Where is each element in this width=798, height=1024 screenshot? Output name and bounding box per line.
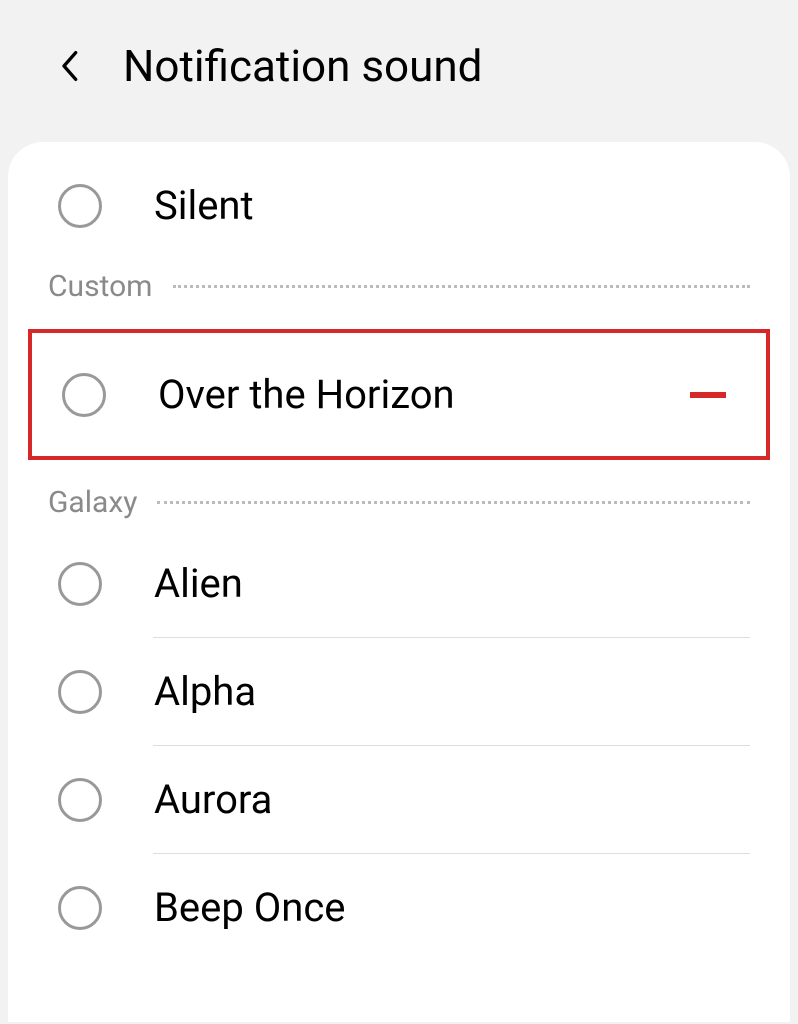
option-label: Alien [154, 560, 740, 607]
option-label: Alpha [154, 668, 740, 715]
radio-icon [58, 778, 102, 822]
option-silent[interactable]: Silent [8, 152, 790, 259]
option-label: Silent [154, 182, 740, 229]
header: Notification sound [0, 0, 798, 142]
radio-icon [58, 562, 102, 606]
option-label: Aurora [154, 776, 740, 823]
option-label: Beep Once [154, 884, 740, 931]
section-label: Galaxy [48, 485, 137, 520]
back-icon[interactable] [55, 44, 83, 89]
option-over-the-horizon[interactable]: Over the Horizon [32, 333, 766, 456]
section-header-galaxy: Galaxy [8, 475, 790, 530]
minus-icon[interactable] [690, 392, 726, 398]
radio-icon [58, 886, 102, 930]
option-alien[interactable]: Alien [8, 530, 790, 637]
section-label: Custom [48, 269, 153, 304]
option-beep-once[interactable]: Beep Once [8, 854, 790, 961]
radio-icon [62, 373, 106, 417]
radio-icon [58, 670, 102, 714]
option-label: Over the Horizon [158, 371, 690, 418]
dotted-divider [157, 501, 750, 504]
radio-icon [58, 184, 102, 228]
highlighted-custom-item: Over the Horizon [28, 329, 770, 460]
dotted-divider [173, 285, 751, 288]
option-aurora[interactable]: Aurora [8, 746, 790, 853]
section-header-custom: Custom [8, 259, 790, 314]
option-alpha[interactable]: Alpha [8, 638, 790, 745]
galaxy-list: Alien Alpha Aurora Beep Once [8, 530, 790, 961]
page-title: Notification sound [123, 40, 483, 92]
content-card: Silent Custom Over the Horizon Galaxy Al… [8, 142, 790, 1022]
